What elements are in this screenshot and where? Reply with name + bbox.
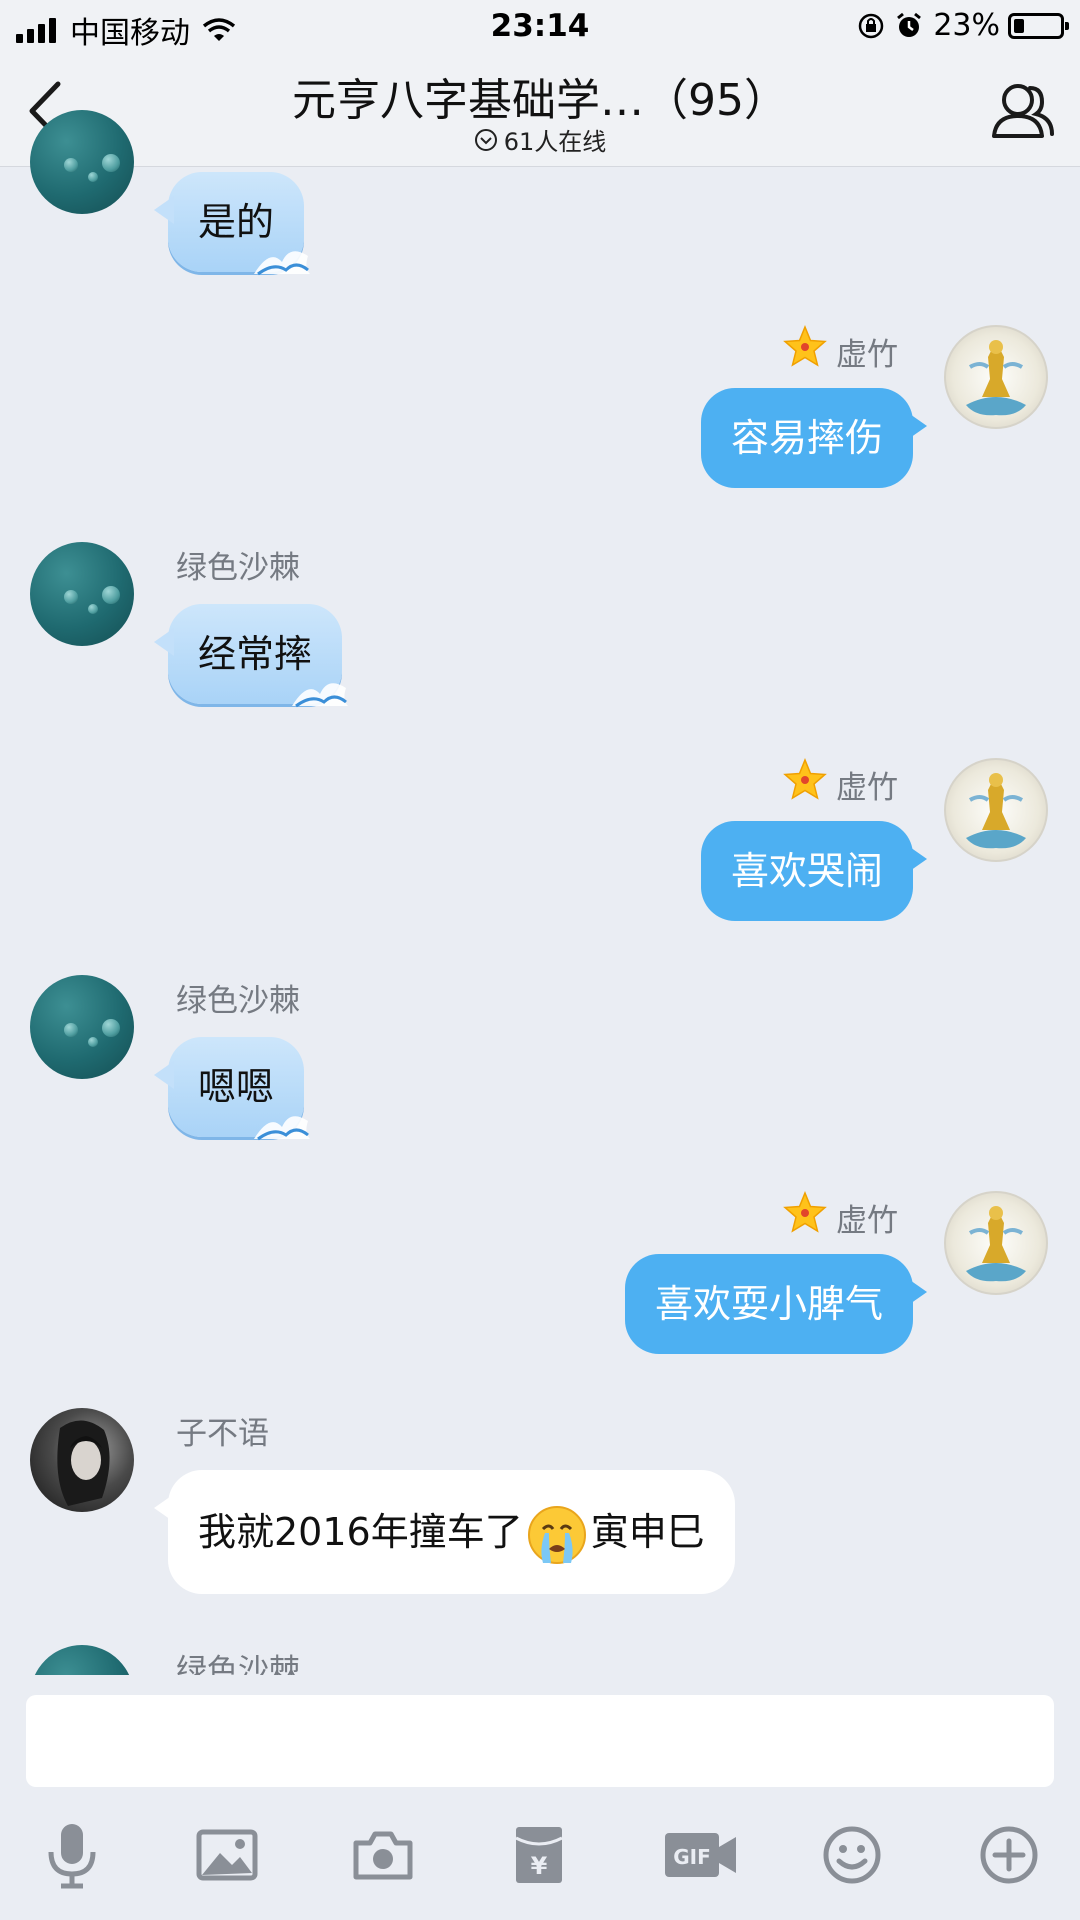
gif-icon: GIF bbox=[665, 1833, 736, 1877]
emoji-button[interactable] bbox=[812, 1815, 892, 1895]
deity-figure-icon bbox=[966, 773, 1026, 849]
message-item: 虚竹 喜欢耍小脾气 bbox=[0, 1191, 1080, 1361]
avatar[interactable] bbox=[944, 758, 1048, 862]
camera-button[interactable] bbox=[343, 1815, 423, 1895]
message-bubble[interactable]: 嗯嗯 bbox=[154, 1037, 311, 1141]
image-button[interactable] bbox=[187, 1815, 267, 1895]
message-bubble[interactable]: 是的 bbox=[154, 172, 311, 276]
message-text: 容易摔伤 bbox=[730, 416, 883, 460]
message-bubble[interactable]: 经常摔 bbox=[154, 604, 349, 708]
battery-percent: 23% bbox=[933, 8, 1000, 43]
message-item: 是的 bbox=[0, 110, 1080, 280]
alarm-icon bbox=[897, 12, 922, 37]
message-text-before: 我就2016年撞车了 bbox=[198, 1510, 523, 1554]
star-badge-icon bbox=[783, 758, 827, 800]
avatar[interactable] bbox=[30, 110, 134, 214]
message-item: 绿色沙棘 经常摔 bbox=[0, 542, 1080, 712]
emoji-icon bbox=[823, 1826, 881, 1884]
sender-name: 绿色沙棘 bbox=[176, 983, 300, 1019]
wave-decoration-icon bbox=[292, 683, 349, 708]
avatar[interactable] bbox=[944, 1191, 1048, 1295]
status-right: 23% bbox=[857, 8, 1069, 43]
message-item: 子不语 我就2016年撞车了 寅申巳 bbox=[0, 1408, 1080, 1608]
message-item: 虚竹 容易摔伤 bbox=[0, 325, 1080, 495]
sender-name: 绿色沙棘 bbox=[176, 550, 300, 586]
deity-figure-icon bbox=[966, 1206, 1026, 1282]
star-badge-icon bbox=[783, 325, 827, 367]
portrait-figure-icon bbox=[57, 1420, 110, 1506]
message-item: 绿色沙棘 嗯嗯 bbox=[0, 975, 1080, 1145]
yen-label: ¥ bbox=[531, 1852, 548, 1880]
message-text: 喜欢哭闹 bbox=[730, 849, 883, 893]
message-bubble[interactable]: 我就2016年撞车了 寅申巳 bbox=[154, 1470, 735, 1594]
avatar[interactable] bbox=[30, 1408, 134, 1512]
avatar[interactable] bbox=[30, 542, 134, 646]
sender-name: 虚竹 bbox=[836, 1203, 898, 1239]
gif-button[interactable]: GIF bbox=[655, 1815, 747, 1895]
input-toolbar: ¥ GIF bbox=[0, 1815, 1080, 1900]
red-packet-icon: ¥ bbox=[515, 1827, 563, 1883]
battery-icon bbox=[1008, 12, 1069, 39]
wave-decoration-icon bbox=[254, 251, 311, 276]
avatar[interactable] bbox=[944, 325, 1048, 429]
wave-decoration-icon bbox=[254, 1116, 311, 1141]
sender-name: 子不语 bbox=[176, 1416, 269, 1452]
message-text: 喜欢耍小脾气 bbox=[654, 1282, 883, 1326]
message-bubble[interactable]: 喜欢耍小脾气 bbox=[624, 1254, 927, 1354]
rotation-lock-icon bbox=[859, 13, 884, 38]
message-item: 虚竹 喜欢哭闹 bbox=[0, 758, 1080, 928]
chat-screen: 中国移动 23:14 23% 元亨八字基础学…（95） 61人在线 是的 虚竹 … bbox=[0, 0, 1080, 1920]
microphone-button[interactable] bbox=[32, 1815, 112, 1895]
avatar[interactable] bbox=[30, 975, 134, 1079]
plus-icon bbox=[980, 1826, 1038, 1884]
sender-name: 虚竹 bbox=[836, 337, 898, 373]
crying-face-icon bbox=[527, 1505, 586, 1564]
message-text-after: 寅申巳 bbox=[590, 1510, 705, 1554]
red-packet-button[interactable]: ¥ bbox=[499, 1815, 579, 1895]
status-bar: 中国移动 23:14 23% bbox=[0, 0, 1080, 56]
plus-button[interactable] bbox=[969, 1815, 1049, 1895]
deity-figure-icon bbox=[966, 340, 1026, 416]
sender-name: 虚竹 bbox=[836, 770, 898, 806]
avatar[interactable] bbox=[30, 1645, 134, 1675]
sender-name: 绿色沙棘 bbox=[176, 1653, 300, 1675]
gif-label: GIF bbox=[673, 1845, 711, 1869]
star-badge-icon bbox=[783, 1191, 827, 1233]
camera-icon bbox=[353, 1831, 413, 1880]
microphone-icon bbox=[48, 1824, 96, 1889]
message-item: 绿色沙棘 bbox=[0, 1645, 1080, 1675]
image-icon bbox=[196, 1829, 258, 1881]
message-input[interactable] bbox=[26, 1695, 1054, 1787]
message-bubble[interactable]: 容易摔伤 bbox=[700, 388, 927, 488]
message-bubble[interactable]: 喜欢哭闹 bbox=[700, 821, 927, 921]
